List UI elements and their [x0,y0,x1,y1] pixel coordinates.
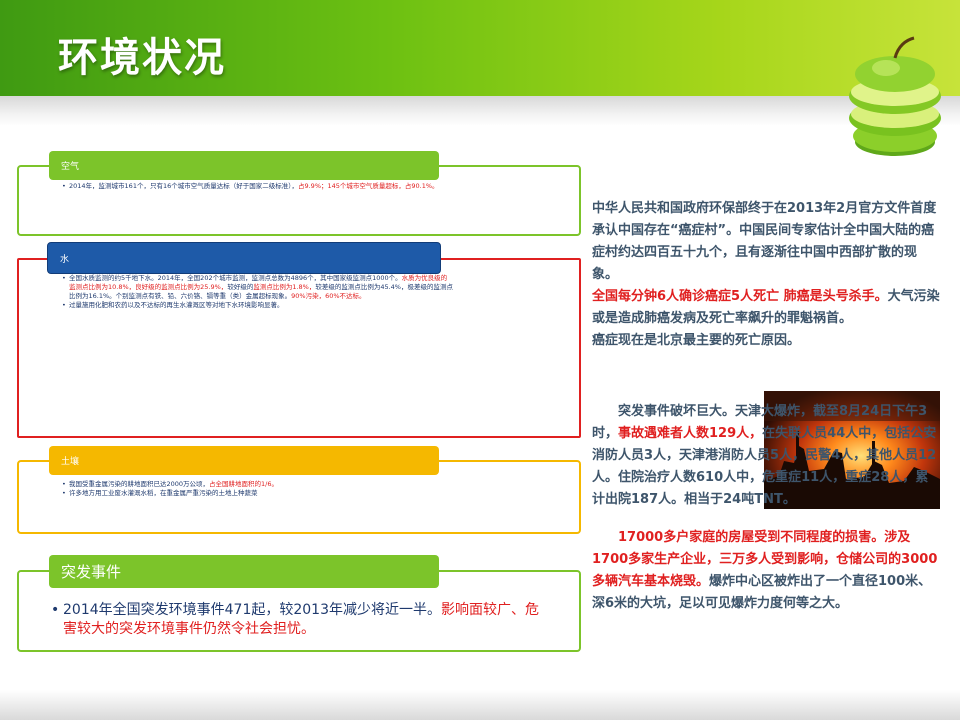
apple-stack-icon [849,36,941,156]
intro-paragraph: 中华人民共和国政府环保部终于在2013年2月官方文件首度承认中国存在“癌症村”。… [592,198,940,352]
explosion-paragraph: 突发事件破坏巨大。天津大爆炸，截至8月24日下午3时，事故遇难者人数129人，在… [592,404,937,507]
damage-paragraph: 17000多户家庭的房屋受到不同程度的损害。涉及1700多家生产企业，三万多人受… [592,530,938,611]
list-item: 2014年，监测城市161个，只有16个城市空气质量达标（好于国家二级标准），占… [62,182,562,191]
emergency-text: • 2014年全国突发环境事件471起，较2013年减少将近一半。影响面较广、危… [51,602,539,637]
list-item: 全国水质监测的约5千地下水。2014年，全国202个城市监测，监测点总数为489… [62,274,552,301]
soil-header: 土壤 [49,446,439,475]
emergency-header: 突发事件 [49,555,439,588]
cancer-village-text: 中华人民共和国政府环保部终于在2013年2月官方文件首度承认中国存在“癌症村”。… [592,201,937,282]
section-label: 水 [60,254,70,265]
footer-bar [0,690,960,720]
list-item: 过量施用化肥和农药以及不达标的再生水灌溉区等对地下水环境影响显著。 [62,301,552,310]
banner-shadow [0,96,960,126]
water-header: 水 [47,242,441,274]
bullet-icon: • [51,602,60,618]
water-section: 全国水质监测的约5千地下水。2014年，全国202个城市监测，监测点总数为489… [17,258,581,438]
lung-cancer-text: 全国每分钟6人确诊癌症5人死亡 肺癌是头号杀手。大气污染或是造成肺癌发病及死亡率… [592,289,940,326]
section-label: 土壤 [61,457,80,467]
list-item: 我国受重金属污染的耕地面积已达2000万公顷，占全国耕地面积的1/6。 [62,480,562,489]
section-label: 空气 [61,162,80,172]
section-label: 突发事件 [61,563,122,581]
beijing-text: 癌症现在是北京最主要的死亡原因。 [592,333,801,348]
page-title: 环境状况 [58,35,226,81]
air-header: 空气 [49,151,439,180]
list-item: 许多地方用工业废水灌溉水稻，在重金属严重污染的土地上种蔬菜 [62,489,562,498]
